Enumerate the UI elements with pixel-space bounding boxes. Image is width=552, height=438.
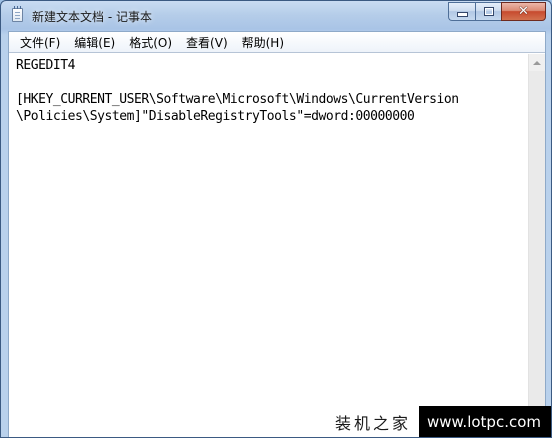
- text-editor[interactable]: REGEDIT4 [HKEY_CURRENT_USER\Software\Mic…: [9, 54, 520, 437]
- watermark: 装机之家 www.lotpc.com: [326, 406, 551, 437]
- notepad-icon[interactable]: [12, 6, 23, 22]
- editor-content[interactable]: REGEDIT4 [HKEY_CURRENT_USER\Software\Mic…: [9, 54, 520, 125]
- chevron-up-icon: [533, 60, 541, 65]
- menu-edit[interactable]: 编辑(E): [67, 32, 122, 53]
- scroll-up-button[interactable]: [529, 54, 545, 71]
- notepad-window: 新建文本文档 - 记事本 ✕ 文件(F) 编辑(E) 格式(O) 查看(V) 帮…: [0, 0, 552, 438]
- menu-bar: 文件(F) 编辑(E) 格式(O) 查看(V) 帮助(H): [9, 32, 545, 53]
- maximize-button[interactable]: [475, 2, 501, 21]
- window-controls: ✕: [448, 2, 546, 21]
- watermark-cn: 装机之家: [326, 406, 419, 437]
- menu-file[interactable]: 文件(F): [13, 32, 67, 53]
- client-area: 文件(F) 编辑(E) 格式(O) 查看(V) 帮助(H) REGEDIT4 […: [8, 31, 546, 437]
- minimize-button[interactable]: [448, 2, 475, 21]
- close-icon: ✕: [518, 4, 529, 19]
- menu-format[interactable]: 格式(O): [122, 32, 179, 53]
- vertical-scrollbar[interactable]: [528, 54, 545, 437]
- minimize-icon: [456, 12, 468, 17]
- menu-view[interactable]: 查看(V): [179, 32, 235, 53]
- window-title: 新建文本文档 - 记事本: [32, 10, 152, 24]
- watermark-url: www.lotpc.com: [419, 406, 551, 437]
- menu-help[interactable]: 帮助(H): [235, 32, 291, 53]
- maximize-icon: [483, 7, 494, 16]
- close-button[interactable]: ✕: [501, 2, 546, 21]
- title-bar[interactable]: 新建文本文档 - 记事本 ✕: [1, 1, 551, 31]
